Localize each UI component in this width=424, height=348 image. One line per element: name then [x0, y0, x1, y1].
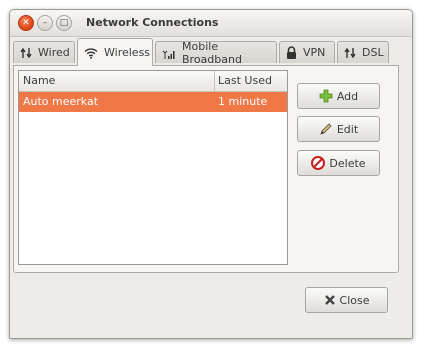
no-entry-icon: [311, 156, 326, 170]
window-close-button[interactable]: ✕: [18, 15, 34, 31]
column-header-last-used[interactable]: Last Used: [218, 74, 272, 87]
list-item[interactable]: Auto meerkat 1 minute ago: [19, 92, 287, 121]
tab-vpn[interactable]: VPN: [279, 41, 335, 63]
column-header-name[interactable]: Name: [23, 74, 55, 87]
close-x-icon: [324, 295, 335, 305]
tab-wireless[interactable]: Wireless: [77, 38, 153, 66]
window-minimize-button[interactable]: –: [37, 15, 53, 31]
updown-arrows-icon: [20, 47, 32, 58]
pencil-icon: [320, 123, 332, 135]
connections-list[interactable]: Name Last Used Auto meerkat 1 minute ago: [18, 70, 288, 265]
delete-button[interactable]: Delete: [297, 150, 380, 176]
column-divider: [214, 71, 215, 91]
plus-icon: [319, 89, 333, 103]
tab-label: VPN: [303, 46, 326, 59]
title-bar[interactable]: ✕ – □ Network Connections: [10, 10, 412, 37]
lock-icon: [287, 46, 296, 59]
tab-label: DSL: [362, 46, 384, 59]
edit-button[interactable]: Edit: [297, 116, 380, 142]
close-button-label: Close: [339, 293, 370, 307]
tab-strip: Wired Wireless Mobile Broadband VPN DSL: [13, 38, 399, 66]
wifi-icon: [84, 47, 98, 59]
window-maximize-button[interactable]: □: [56, 15, 72, 31]
add-button[interactable]: Add: [297, 83, 380, 109]
close-button[interactable]: Close: [305, 287, 388, 313]
tab-dsl[interactable]: DSL: [337, 41, 389, 63]
connection-name: Auto meerkat: [23, 95, 99, 108]
signal-bars-icon: [162, 50, 175, 59]
tab-label: Wireless: [104, 46, 151, 59]
add-button-label: Add: [336, 89, 359, 103]
updown-arrows-icon: [344, 47, 356, 58]
connection-last-used: 1 minute ago: [218, 95, 268, 121]
window-title: Network Connections: [86, 16, 219, 29]
tab-label: Mobile Broadband: [182, 39, 242, 66]
list-header: Name Last Used: [19, 71, 287, 92]
tab-mobile-broadband[interactable]: Mobile Broadband: [155, 39, 277, 66]
delete-button-label: Delete: [329, 156, 366, 170]
tab-label: Wired: [38, 46, 70, 59]
edit-button-label: Edit: [336, 122, 359, 136]
tab-wired[interactable]: Wired: [13, 41, 75, 63]
